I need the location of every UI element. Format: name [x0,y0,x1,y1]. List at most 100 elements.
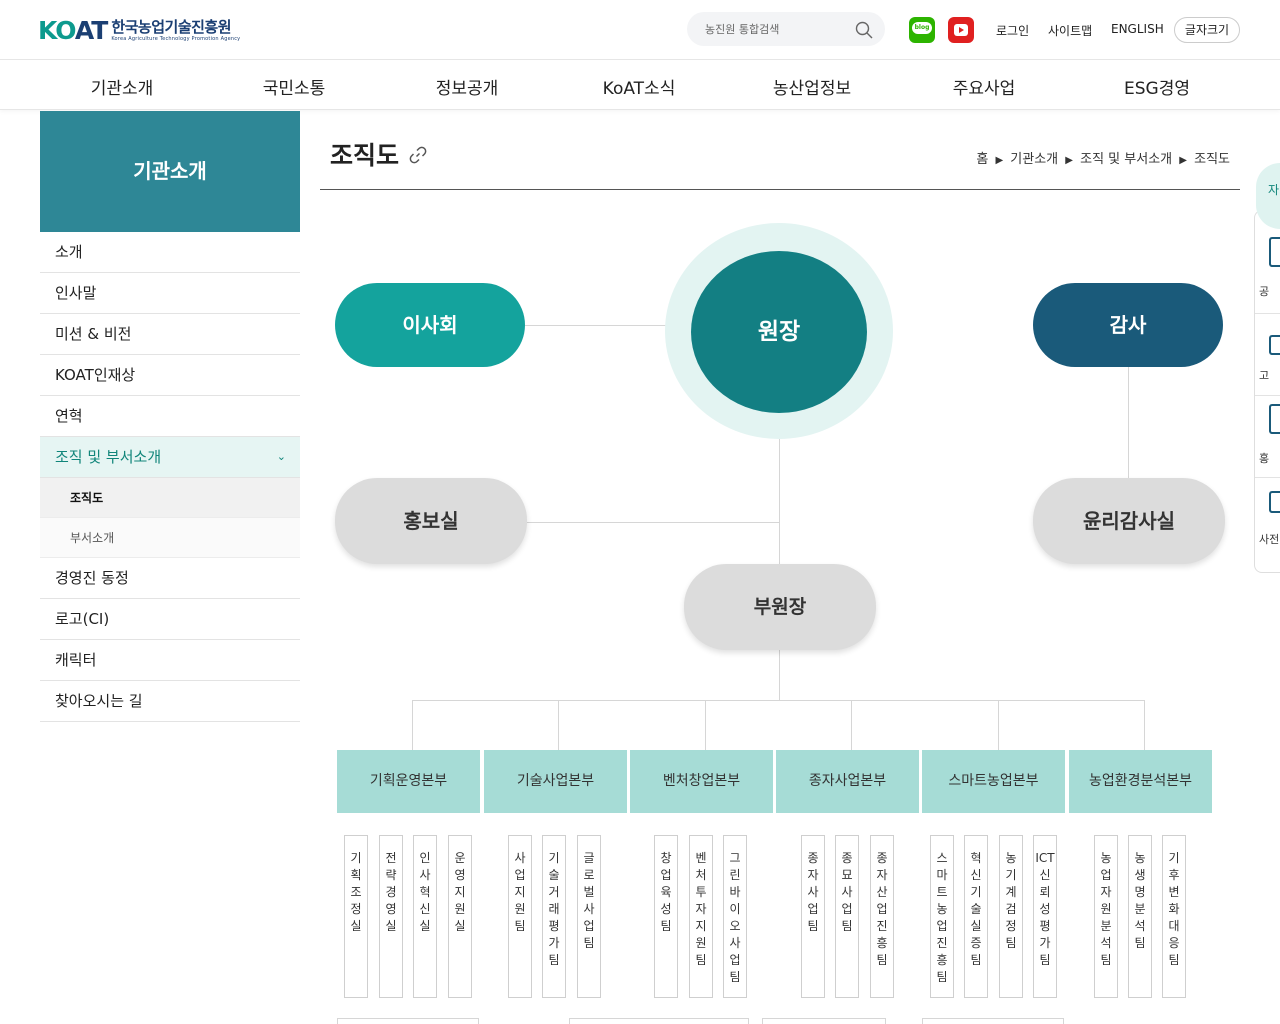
connector-division [998,700,999,750]
division-agri-env-analysis[interactable]: 농업환경분석본부 [1069,750,1212,813]
team-box[interactable]: 사업지원팀 [508,835,532,998]
english-link[interactable]: ENGLISH [1111,22,1164,36]
sidebar-item-executive-news[interactable]: 경영진 동정 [40,558,300,599]
font-size-button[interactable]: 글자크기 [1174,17,1240,43]
division-seed[interactable]: 종자사업본부 [776,750,919,813]
division-tech-business[interactable]: 기술사업본부 [484,750,627,813]
gnb-item-communication[interactable]: 국민소통 [263,74,326,99]
sidebar-subitem-departments[interactable]: 부서소개 [40,518,300,558]
quick-divider [1255,313,1280,314]
breadcrumb-about[interactable]: 기관소개 [1010,152,1058,167]
youtube-icon[interactable] [948,17,974,43]
lower-group-box [922,1018,1064,1024]
gnb-item-disclosure[interactable]: 정보공개 [436,74,499,99]
breadcrumb-organization[interactable]: 조직 및 부서소개 [1080,152,1172,167]
division-planning[interactable]: 기획운영본부 [337,750,480,813]
connector-division [1144,700,1145,750]
quick-divider [1255,395,1280,396]
team-box[interactable]: 혁신기술실증팀 [964,835,988,998]
connector-pr [527,522,779,523]
org-node-pr-office[interactable]: 홍보실 [335,478,527,564]
sidebar-subitem-org-chart[interactable]: 조직도 [40,478,300,518]
gnb-item-news[interactable]: KoAT소식 [603,74,676,99]
connector-board-ceo [525,325,685,326]
division-smart-farm[interactable]: 스마트농업본부 [922,750,1065,813]
page-title: 조직도 [330,141,400,170]
sitemap-link[interactable]: 사이트맵 [1048,22,1092,39]
team-box[interactable]: 그린바이오사업팀 [723,835,747,998]
quick-menu-icon [1269,404,1280,434]
quick-menu-icon [1269,335,1280,355]
team-label: 그린바이오사업팀 [729,851,741,984]
team-label: 농업자원분석팀 [1100,851,1112,967]
connector-division [705,700,706,750]
team-label: ICT신뢰성평가팀 [1035,851,1055,967]
team-box[interactable]: 농생명분석팀 [1128,835,1152,998]
team-box[interactable]: 종묘사업팀 [835,835,859,998]
blog-icon[interactable]: blog [909,17,935,43]
team-box[interactable]: 농업자원분석팀 [1094,835,1118,998]
sidebar-item-character[interactable]: 캐릭터 [40,640,300,681]
blog-label: blog [912,22,932,34]
logo-english-name: Korea Agriculture Technology Promotion A… [111,36,241,42]
sidebar-item-directions[interactable]: 찾아오시는 길 [40,681,300,722]
division-venture[interactable]: 벤처창업본부 [630,750,773,813]
team-label: 종묘사업팀 [841,851,853,933]
gnb-item-esg[interactable]: ESG경영 [1124,74,1190,99]
team-box[interactable]: 글로벌사업팀 [577,835,601,998]
sidebar-menu: 소개 인사말 미션 & 비전 KOAT인재상 연혁 조직 및 부서소개 ⌄ 조직… [40,232,300,722]
login-link[interactable]: 로그인 [996,22,1029,39]
team-box[interactable]: 전략경영실 [379,835,403,998]
breadcrumb-separator-icon: ▶ [1065,155,1073,166]
team-label: 기후변화대응팀 [1168,851,1180,967]
breadcrumb-home[interactable]: 홈 [976,152,988,167]
chevron-down-icon: ⌄ [276,450,286,463]
team-box[interactable]: 기술거래평가팀 [542,835,566,998]
connector-division [412,700,413,750]
site-logo[interactable]: KOAT 한국농업기술진흥원 Korea Agriculture Technol… [38,16,240,45]
org-node-ceo[interactable]: 원장 [691,251,867,413]
team-box[interactable]: 인사혁신실 [413,835,437,998]
search-input[interactable] [705,20,845,38]
team-box[interactable]: 종자사업팀 [801,835,825,998]
team-label: 혁신기술실증팀 [970,851,982,967]
connector-division [851,700,852,750]
team-box[interactable]: 벤처투자지원팀 [689,835,713,998]
quick-menu-top-button[interactable]: 자 [1256,163,1280,229]
team-box[interactable]: 농기계검정팀 [999,835,1023,998]
search-box [687,12,885,46]
quick-item-label: 고 [1259,369,1270,382]
sidebar-item-talent[interactable]: KOAT인재상 [40,355,300,396]
gnb-item-agri-info[interactable]: 농산업정보 [773,74,851,99]
sidebar-title: 기관소개 [40,111,300,232]
team-label: 전략경영실 [385,851,397,933]
org-node-ethics-office[interactable]: 윤리감사실 [1033,478,1225,564]
sidebar-item-history[interactable]: 연혁 [40,396,300,437]
link-icon[interactable] [409,146,427,164]
sidebar-item-label: 조직 및 부서소개 [55,448,162,466]
quick-menu: 공 고 홍 사전 [1254,210,1280,573]
org-node-board[interactable]: 이사회 [335,283,525,367]
org-node-vice-president[interactable]: 부원장 [684,564,876,650]
sidebar-item-greeting[interactable]: 인사말 [40,273,300,314]
top-header: KOAT 한국농업기술진흥원 Korea Agriculture Technol… [0,0,1280,60]
lower-group-box [762,1018,886,1024]
sidebar-item-organization[interactable]: 조직 및 부서소개 ⌄ [40,437,300,478]
sidebar-item-logo-ci[interactable]: 로고(CI) [40,599,300,640]
team-box[interactable]: 운영지원실 [448,835,472,998]
connector-ceo-vp [779,437,780,564]
team-label: 벤처투자지원팀 [695,851,707,967]
team-box[interactable]: 기후변화대응팀 [1162,835,1186,998]
team-box[interactable]: 스마트농업진흥팀 [930,835,954,998]
breadcrumb-separator-icon: ▶ [1179,155,1187,166]
search-icon[interactable] [855,21,873,39]
team-box[interactable]: ICT신뢰성평가팀 [1033,835,1057,998]
sidebar-item-mission-vision[interactable]: 미션 & 비전 [40,314,300,355]
gnb-item-business[interactable]: 주요사업 [953,74,1016,99]
team-box[interactable]: 기획조정실 [344,835,368,998]
org-node-audit[interactable]: 감사 [1033,283,1223,367]
gnb-item-about[interactable]: 기관소개 [91,74,154,99]
team-box[interactable]: 종자산업진흥팀 [870,835,894,998]
team-box[interactable]: 창업육성팀 [654,835,678,998]
sidebar-item-intro[interactable]: 소개 [40,232,300,273]
